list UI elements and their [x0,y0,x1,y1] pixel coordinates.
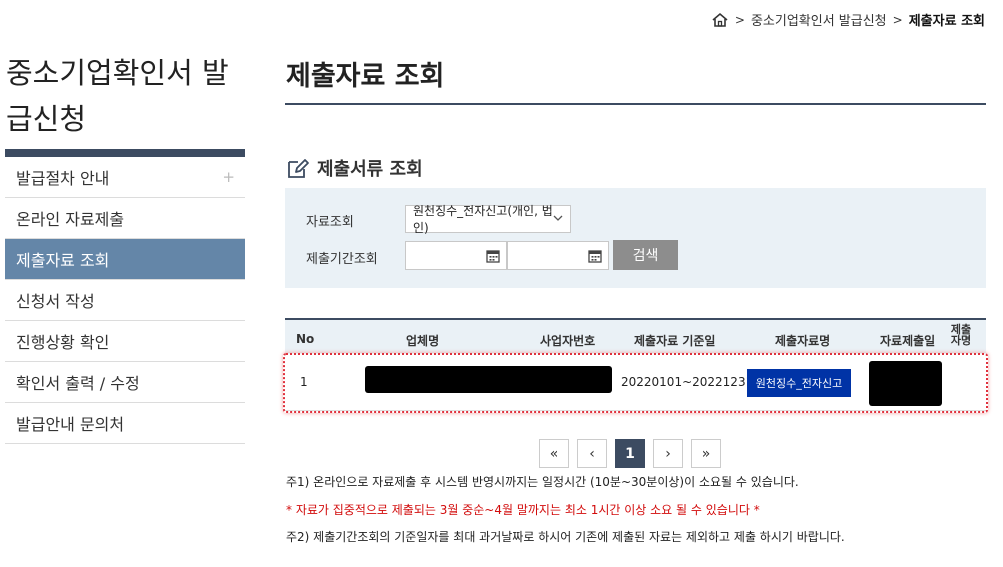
calendar-icon[interactable] [588,249,602,263]
edit-icon [288,159,309,178]
sidebar-item-online-submit[interactable]: 온라인 자료제출 [5,198,245,239]
prev-page-button[interactable]: ‹ [577,439,607,468]
row-highlight [283,353,988,413]
section-title: 제출서류 조회 [286,155,423,181]
page-1-button[interactable]: 1 [615,439,645,468]
title-divider [285,103,986,105]
col-header-period: 제출자료 기준일 [634,334,716,348]
sidebar-item-application[interactable]: 신청서 작성 [5,280,245,321]
col-header-company: 업체명 [406,334,440,348]
chevron-right-icon: > [734,12,745,27]
section-title-text: 제출서류 조회 [317,159,423,180]
sidebar-item-label: 발급안내 문의처 [16,415,125,434]
breadcrumb: > 중소기업확인서 발급신청 > 제출자료 조회 [711,10,985,29]
start-date-input[interactable] [405,241,507,270]
search-panel: 자료조회 원천징수_전자신고(개인, 법인) 제출기간조회 검색 [285,188,986,288]
sidebar-item-label: 온라인 자료제출 [16,210,125,229]
period-label: 제출기간조회 [306,252,378,267]
note-1: 주1) 온라인으로 자료제출 후 시스템 반영시까지는 일정시간 (10분~30… [286,475,799,489]
pagination: « ‹ 1 › » [539,439,721,468]
note-2: 주2) 제출기간조회의 기준일자를 최대 과거날짜로 하시어 기존에 제출된 자… [286,530,845,544]
plus-icon[interactable]: + [222,168,235,186]
site-title: 중소기업확인서 발급신청 [6,56,229,136]
col-header-submit-date: 자료제출일 [880,334,936,348]
sidebar-menu: 발급절차 안내 + 온라인 자료제출 제출자료 조회 신청서 작성 진행상황 확… [5,149,245,444]
note-warning: * 자료가 집중적으로 제출되는 3월 중순~4월 말까지는 최소 1시간 이상… [286,503,760,517]
data-type-select-value: 원천징수_전자신고(개인, 법인) [413,204,553,235]
chevron-right-icon: > [892,12,903,27]
sidebar-item-label: 확인서 출력 / 수정 [16,374,140,393]
chevron-down-icon [553,214,563,225]
sidebar-item-contact[interactable]: 발급안내 문의처 [5,403,245,444]
sidebar-item-print-edit[interactable]: 확인서 출력 / 수정 [5,362,245,403]
sidebar-item-progress[interactable]: 진행상황 확인 [5,321,245,362]
first-page-button[interactable]: « [539,439,569,468]
data-type-label: 자료조회 [306,215,354,230]
col-header-submitter: 제출자명 [950,323,972,347]
page-title: 제출자료 조회 [286,61,445,92]
data-type-select[interactable]: 원천징수_전자신고(개인, 법인) [405,204,571,235]
next-page-button[interactable]: › [653,439,683,468]
breadcrumb-current: 제출자료 조회 [908,14,985,29]
sidebar-item-submission-lookup[interactable]: 제출자료 조회 [5,239,245,280]
col-header-biz-no: 사업자번호 [540,334,596,348]
home-icon[interactable] [711,12,729,28]
col-header-no: No [296,332,315,346]
sidebar-item-label: 진행상황 확인 [16,333,110,352]
breadcrumb-item[interactable]: 중소기업확인서 발급신청 [751,10,887,29]
last-page-button[interactable]: » [691,439,721,468]
end-date-input[interactable] [507,241,609,270]
col-header-doc-name: 제출자료명 [775,334,831,348]
search-button[interactable]: 검색 [613,240,678,270]
table-header: No 업체명 사업자번호 제출자료 기준일 제출자료명 자료제출일 제출자명 [285,318,986,354]
sidebar-item-issue-guide[interactable]: 발급절차 안내 + [5,157,245,198]
sidebar-item-label: 신청서 작성 [16,292,95,311]
sidebar-item-label: 제출자료 조회 [16,251,110,270]
calendar-icon[interactable] [486,249,500,263]
sidebar-item-label: 발급절차 안내 [16,169,110,188]
